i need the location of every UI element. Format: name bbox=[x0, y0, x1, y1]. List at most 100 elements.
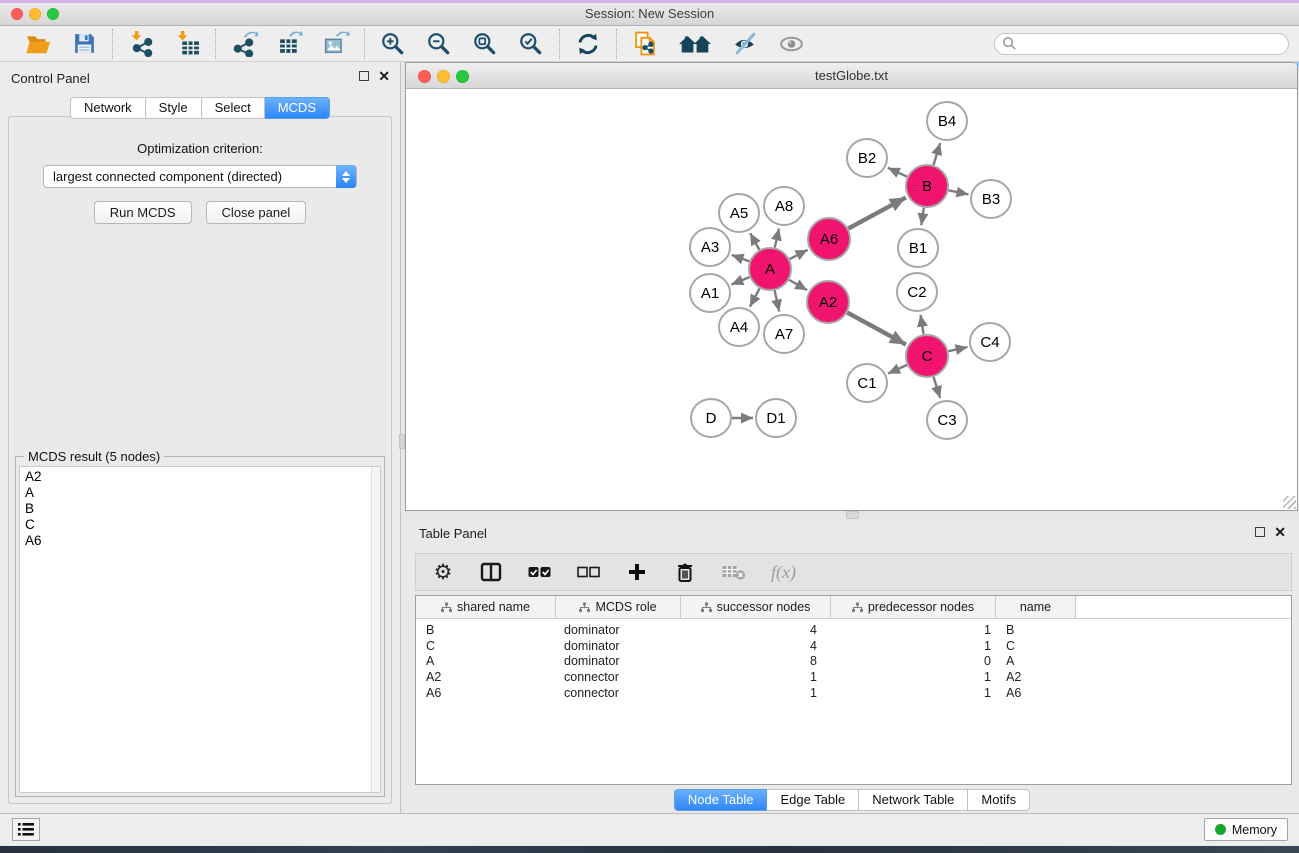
network-window-titlebar[interactable]: testGlobe.txt bbox=[406, 63, 1297, 89]
graph-edge-A-A7[interactable] bbox=[775, 291, 780, 312]
table-row[interactable]: Adominator80A bbox=[416, 654, 1291, 670]
graph-node-D1[interactable]: D1 bbox=[756, 399, 796, 437]
graph-edge-C-C2[interactable] bbox=[921, 315, 924, 335]
graph-node-C1[interactable]: C1 bbox=[847, 364, 887, 402]
task-history-button[interactable] bbox=[12, 818, 40, 841]
column-header-successor-nodes[interactable]: successor nodes bbox=[681, 596, 831, 619]
add-row-icon[interactable] bbox=[625, 558, 649, 586]
graph-edge-B-B3[interactable] bbox=[949, 190, 969, 194]
show-graphics-details-icon[interactable] bbox=[730, 29, 760, 59]
graph-node-A3[interactable]: A3 bbox=[690, 228, 730, 266]
deselect-all-icon[interactable] bbox=[576, 558, 601, 586]
search-field[interactable] bbox=[994, 33, 1289, 55]
tab-network[interactable]: Network bbox=[70, 97, 146, 119]
refresh-view-icon[interactable] bbox=[573, 29, 603, 59]
graph-node-B1[interactable]: B1 bbox=[898, 229, 938, 267]
graph-edge-B-B2[interactable] bbox=[888, 168, 907, 177]
close-panel-button[interactable]: Close panel bbox=[206, 201, 307, 224]
tab-network-table[interactable]: Network Table bbox=[859, 789, 968, 811]
network-minimize-button[interactable] bbox=[437, 70, 450, 83]
show-column-icon[interactable] bbox=[479, 558, 503, 586]
zoom-selected-icon[interactable] bbox=[516, 29, 546, 59]
tab-node-table[interactable]: Node Table bbox=[674, 789, 768, 811]
preview-eye-icon[interactable] bbox=[776, 29, 806, 59]
export-image-icon[interactable] bbox=[321, 29, 351, 59]
select-all-icon[interactable] bbox=[527, 558, 552, 586]
table-row[interactable]: A2connector11A2 bbox=[416, 669, 1291, 685]
graph-node-D[interactable]: D bbox=[691, 399, 731, 437]
graph-node-A6[interactable]: A6 bbox=[808, 218, 850, 260]
export-table-icon[interactable] bbox=[275, 29, 305, 59]
delete-table-icon[interactable] bbox=[721, 558, 747, 586]
home-layout-icon[interactable] bbox=[676, 29, 714, 59]
table-row[interactable]: A6connector11A6 bbox=[416, 685, 1291, 701]
close-panel-icon[interactable]: ✕ bbox=[378, 70, 390, 82]
float-table-panel-icon[interactable] bbox=[1255, 527, 1265, 537]
graph-node-A2[interactable]: A2 bbox=[807, 281, 849, 323]
graph-edge-A-A8[interactable] bbox=[775, 228, 779, 247]
graph-edge-A-A2[interactable] bbox=[789, 280, 807, 290]
graph-edge-C-C3[interactable] bbox=[934, 377, 941, 398]
column-header-name[interactable]: name bbox=[996, 596, 1076, 619]
graph-node-C2[interactable]: C2 bbox=[897, 273, 937, 311]
splitter-handle[interactable] bbox=[846, 511, 859, 519]
graph-edge-B-B4[interactable] bbox=[933, 143, 940, 165]
mcds-result-item[interactable]: A bbox=[25, 485, 380, 501]
desktop-scroll-handle[interactable] bbox=[399, 434, 405, 449]
network-canvas[interactable]: B4B2BB3A8A5A6A3B1AA1C2A2A4A7C4CC1DD1C3 bbox=[406, 89, 1297, 510]
table-row[interactable]: Cdominator41C bbox=[416, 638, 1291, 654]
graph-node-A8[interactable]: A8 bbox=[764, 187, 804, 225]
graph-edge-A-A1[interactable] bbox=[731, 277, 749, 284]
network-zoom-button[interactable] bbox=[456, 70, 469, 83]
graph-edge-A-A5[interactable] bbox=[750, 233, 759, 250]
result-scrollbar-track[interactable] bbox=[371, 467, 380, 792]
settings-gear-icon[interactable]: ⚙ bbox=[431, 558, 455, 586]
import-network-icon[interactable] bbox=[126, 29, 156, 59]
memory-button[interactable]: Memory bbox=[1204, 818, 1288, 841]
mcds-result-item[interactable]: C bbox=[25, 517, 380, 533]
graph-node-A5[interactable]: A5 bbox=[719, 194, 759, 232]
graph-node-B[interactable]: B bbox=[906, 165, 948, 207]
zoom-in-icon[interactable] bbox=[378, 29, 408, 59]
tab-mcds[interactable]: MCDS bbox=[265, 97, 330, 119]
network-close-button[interactable] bbox=[418, 70, 431, 83]
mcds-result-item[interactable]: B bbox=[25, 501, 380, 517]
graph-node-C3[interactable]: C3 bbox=[927, 401, 967, 439]
graph-node-B3[interactable]: B3 bbox=[971, 180, 1011, 218]
graph-edge-C-C1[interactable] bbox=[888, 365, 907, 374]
network-resize-handle-icon[interactable] bbox=[1283, 496, 1296, 509]
graph-node-A[interactable]: A bbox=[749, 248, 791, 290]
graph-edge-A6-B[interactable] bbox=[848, 197, 906, 228]
graph-edge-A-A6[interactable] bbox=[790, 250, 808, 259]
tab-select[interactable]: Select bbox=[202, 97, 265, 119]
graph-edge-A-A3[interactable] bbox=[732, 255, 750, 262]
tab-motifs[interactable]: Motifs bbox=[968, 789, 1030, 811]
mcds-result-item[interactable]: A2 bbox=[25, 469, 380, 485]
delete-row-icon[interactable] bbox=[673, 558, 697, 586]
duplicate-network-icon[interactable] bbox=[630, 29, 660, 59]
open-session-icon[interactable] bbox=[23, 29, 53, 59]
tab-style[interactable]: Style bbox=[146, 97, 202, 119]
graph-edge-A-A4[interactable] bbox=[750, 288, 760, 306]
function-builder-icon[interactable]: f(x) bbox=[771, 558, 796, 586]
float-panel-icon[interactable] bbox=[359, 71, 369, 81]
graph-node-A7[interactable]: A7 bbox=[764, 315, 804, 353]
graph-edge-C-C4[interactable] bbox=[948, 347, 967, 351]
column-header-predecessor-nodes[interactable]: predecessor nodes bbox=[831, 596, 996, 619]
graph-node-B4[interactable]: B4 bbox=[927, 102, 967, 140]
graph-edge-B-B1[interactable] bbox=[921, 208, 924, 225]
zoom-fit-icon[interactable] bbox=[470, 29, 500, 59]
zoom-out-icon[interactable] bbox=[424, 29, 454, 59]
graph-node-A4[interactable]: A4 bbox=[719, 308, 759, 346]
table-row[interactable]: Bdominator41B bbox=[416, 622, 1291, 638]
graph-node-C4[interactable]: C4 bbox=[970, 323, 1010, 361]
graph-edge-A2-C[interactable] bbox=[847, 313, 906, 345]
graph-node-C[interactable]: C bbox=[906, 335, 948, 377]
column-header-MCDS-role[interactable]: MCDS role bbox=[556, 596, 681, 619]
search-input[interactable] bbox=[1021, 36, 1281, 51]
run-mcds-button[interactable]: Run MCDS bbox=[94, 201, 192, 224]
tab-edge-table[interactable]: Edge Table bbox=[767, 789, 859, 811]
export-network-icon[interactable] bbox=[229, 29, 259, 59]
close-table-panel-icon[interactable]: ✕ bbox=[1274, 526, 1286, 538]
graph-node-A1[interactable]: A1 bbox=[690, 274, 730, 312]
